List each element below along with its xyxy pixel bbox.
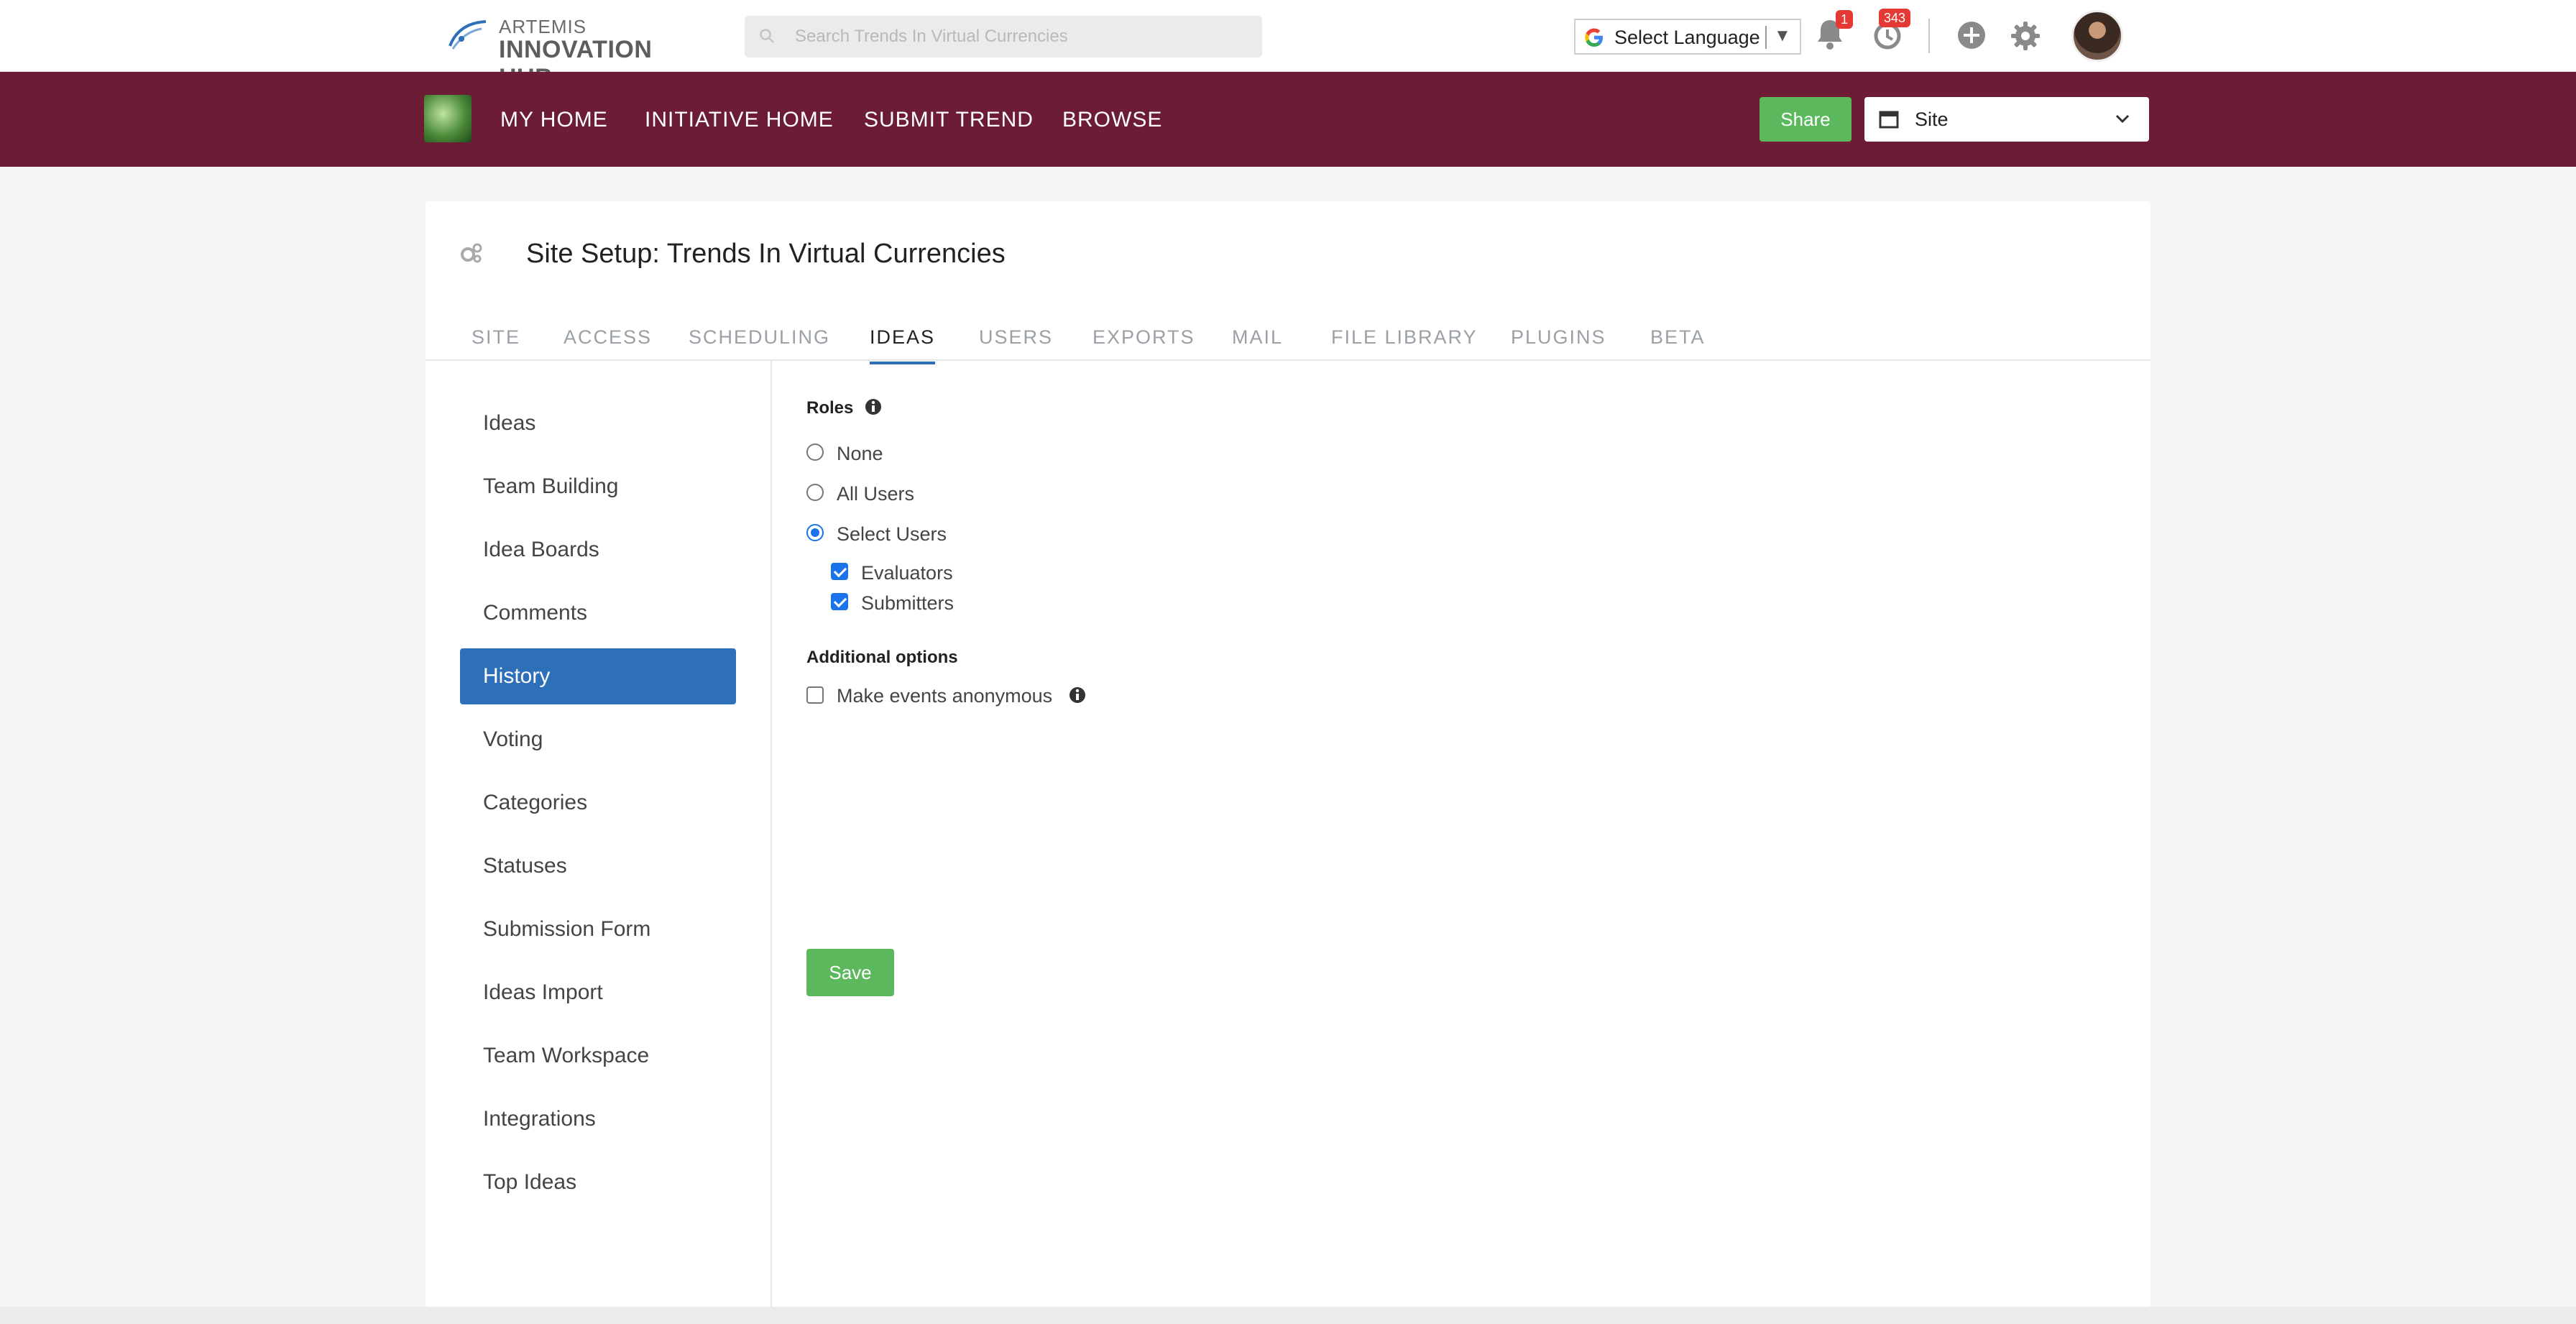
radio-none-label: None (837, 443, 883, 464)
toolbar-divider (1928, 19, 1930, 53)
anonymous-info-icon[interactable] (1068, 686, 1087, 704)
search-bar[interactable] (745, 16, 1262, 58)
settings-button[interactable] (2010, 20, 2041, 55)
tab-beta[interactable]: BETA (1650, 326, 1706, 362)
notifications-button[interactable]: 1 (1814, 10, 1854, 55)
site-selector-label: Site (1915, 109, 1949, 130)
search-icon (760, 29, 774, 43)
user-avatar[interactable] (2071, 10, 2123, 62)
setup-tabs: SITE ACCESS SCHEDULING IDEAS USERS EXPOR… (426, 326, 2150, 364)
nav-my-home[interactable]: MY HOME (500, 108, 608, 132)
chevron-down-icon (2115, 114, 2130, 124)
language-divider (1765, 26, 1767, 49)
add-button[interactable] (1956, 20, 1987, 54)
radio-all-users-label: All Users (837, 483, 915, 505)
roles-info-icon[interactable] (864, 397, 883, 416)
roles-heading: Roles (806, 398, 854, 418)
artemis-logo[interactable]: ARTEMIS INNOVATION HUB (446, 14, 712, 91)
tab-plugins[interactable]: PLUGINS (1511, 326, 1606, 362)
tab-scheduling[interactable]: SCHEDULING (689, 326, 830, 362)
logo-swoosh-icon (448, 20, 487, 50)
notification-badge: 1 (1836, 10, 1854, 29)
sidebar-item-categories[interactable]: Categories (460, 775, 736, 831)
nav-initiative-home[interactable]: INITIATIVE HOME (645, 108, 834, 132)
history-badge: 343 (1879, 9, 1911, 27)
page-footer-strip (0, 1307, 2576, 1324)
checkbox-anonymous[interactable] (806, 686, 824, 704)
tab-exports[interactable]: EXPORTS (1092, 326, 1195, 362)
radio-select-users[interactable] (806, 524, 824, 541)
sidebar-item-ideas-import[interactable]: Ideas Import (460, 965, 736, 1021)
cogs-icon (461, 243, 482, 263)
sidebar-item-voting[interactable]: Voting (460, 712, 736, 768)
tab-file-library[interactable]: FILE LIBRARY (1331, 326, 1478, 362)
radio-all-users[interactable] (806, 484, 824, 501)
language-label: Select Language (1614, 27, 1760, 48)
save-button[interactable]: Save (806, 949, 894, 996)
google-icon (1585, 28, 1603, 47)
sidebar-item-history[interactable]: History (460, 648, 736, 704)
sidebar-item-top-ideas[interactable]: Top Ideas (460, 1154, 736, 1210)
radio-select-users-label: Select Users (837, 523, 947, 545)
checkbox-evaluators[interactable] (831, 563, 848, 580)
tab-site[interactable]: SITE (472, 326, 520, 362)
initiative-logo[interactable] (424, 95, 472, 142)
tab-access[interactable]: ACCESS (564, 326, 652, 362)
sidebar-item-statuses[interactable]: Statuses (460, 838, 736, 894)
additional-options-heading: Additional options (806, 648, 958, 667)
site-setup-card: Site Setup: Trends In Virtual Currencies… (426, 201, 2150, 1307)
history-button[interactable]: 343 (1872, 9, 1911, 55)
site-selector[interactable]: Site (1864, 97, 2149, 142)
sidebar-item-team-workspace[interactable]: Team Workspace (460, 1028, 736, 1084)
checkbox-submitters[interactable] (831, 593, 848, 610)
gear-icon (2011, 22, 2040, 50)
page-title: Site Setup: Trends In Virtual Currencies (526, 239, 1006, 269)
top-bar: ARTEMIS INNOVATION HUB Select Language ▼… (0, 0, 2576, 91)
calendar-icon (1879, 111, 1899, 129)
tab-mail[interactable]: MAIL (1232, 326, 1283, 362)
sidebar-item-comments[interactable]: Comments (460, 585, 736, 641)
checkbox-evaluators-label: Evaluators (861, 562, 953, 584)
dropdown-arrow-icon: ▼ (1774, 26, 1791, 45)
sidebar-item-submission-form[interactable]: Submission Form (460, 901, 736, 957)
main-nav: MY HOME INITIATIVE HOME SUBMIT TREND BRO… (0, 72, 2576, 167)
checkbox-submitters-label: Submitters (861, 592, 954, 614)
language-selector[interactable]: Select Language ▼ (1574, 19, 1801, 55)
sidebar-item-integrations[interactable]: Integrations (460, 1091, 736, 1147)
sidebar-item-idea-boards[interactable]: Idea Boards (460, 522, 736, 578)
search-input[interactable] (795, 16, 1248, 58)
share-button[interactable]: Share (1760, 97, 1852, 142)
checkbox-anonymous-label: Make events anonymous (837, 685, 1053, 707)
sidebar-item-team-building[interactable]: Team Building (460, 459, 736, 515)
radio-none[interactable] (806, 443, 824, 461)
sidebar-item-ideas[interactable]: Ideas (460, 395, 736, 451)
nav-browse[interactable]: BROWSE (1062, 108, 1162, 132)
tab-ideas[interactable]: IDEAS (870, 326, 936, 364)
logo-line-1: ARTEMIS (499, 16, 587, 37)
tab-users[interactable]: USERS (979, 326, 1053, 362)
nav-submit-trend[interactable]: SUBMIT TREND (864, 108, 1034, 132)
plus-circle-icon (1958, 22, 1985, 49)
ideas-settings-sidebar: Ideas Team Building Idea Boards Comments… (426, 361, 772, 1307)
